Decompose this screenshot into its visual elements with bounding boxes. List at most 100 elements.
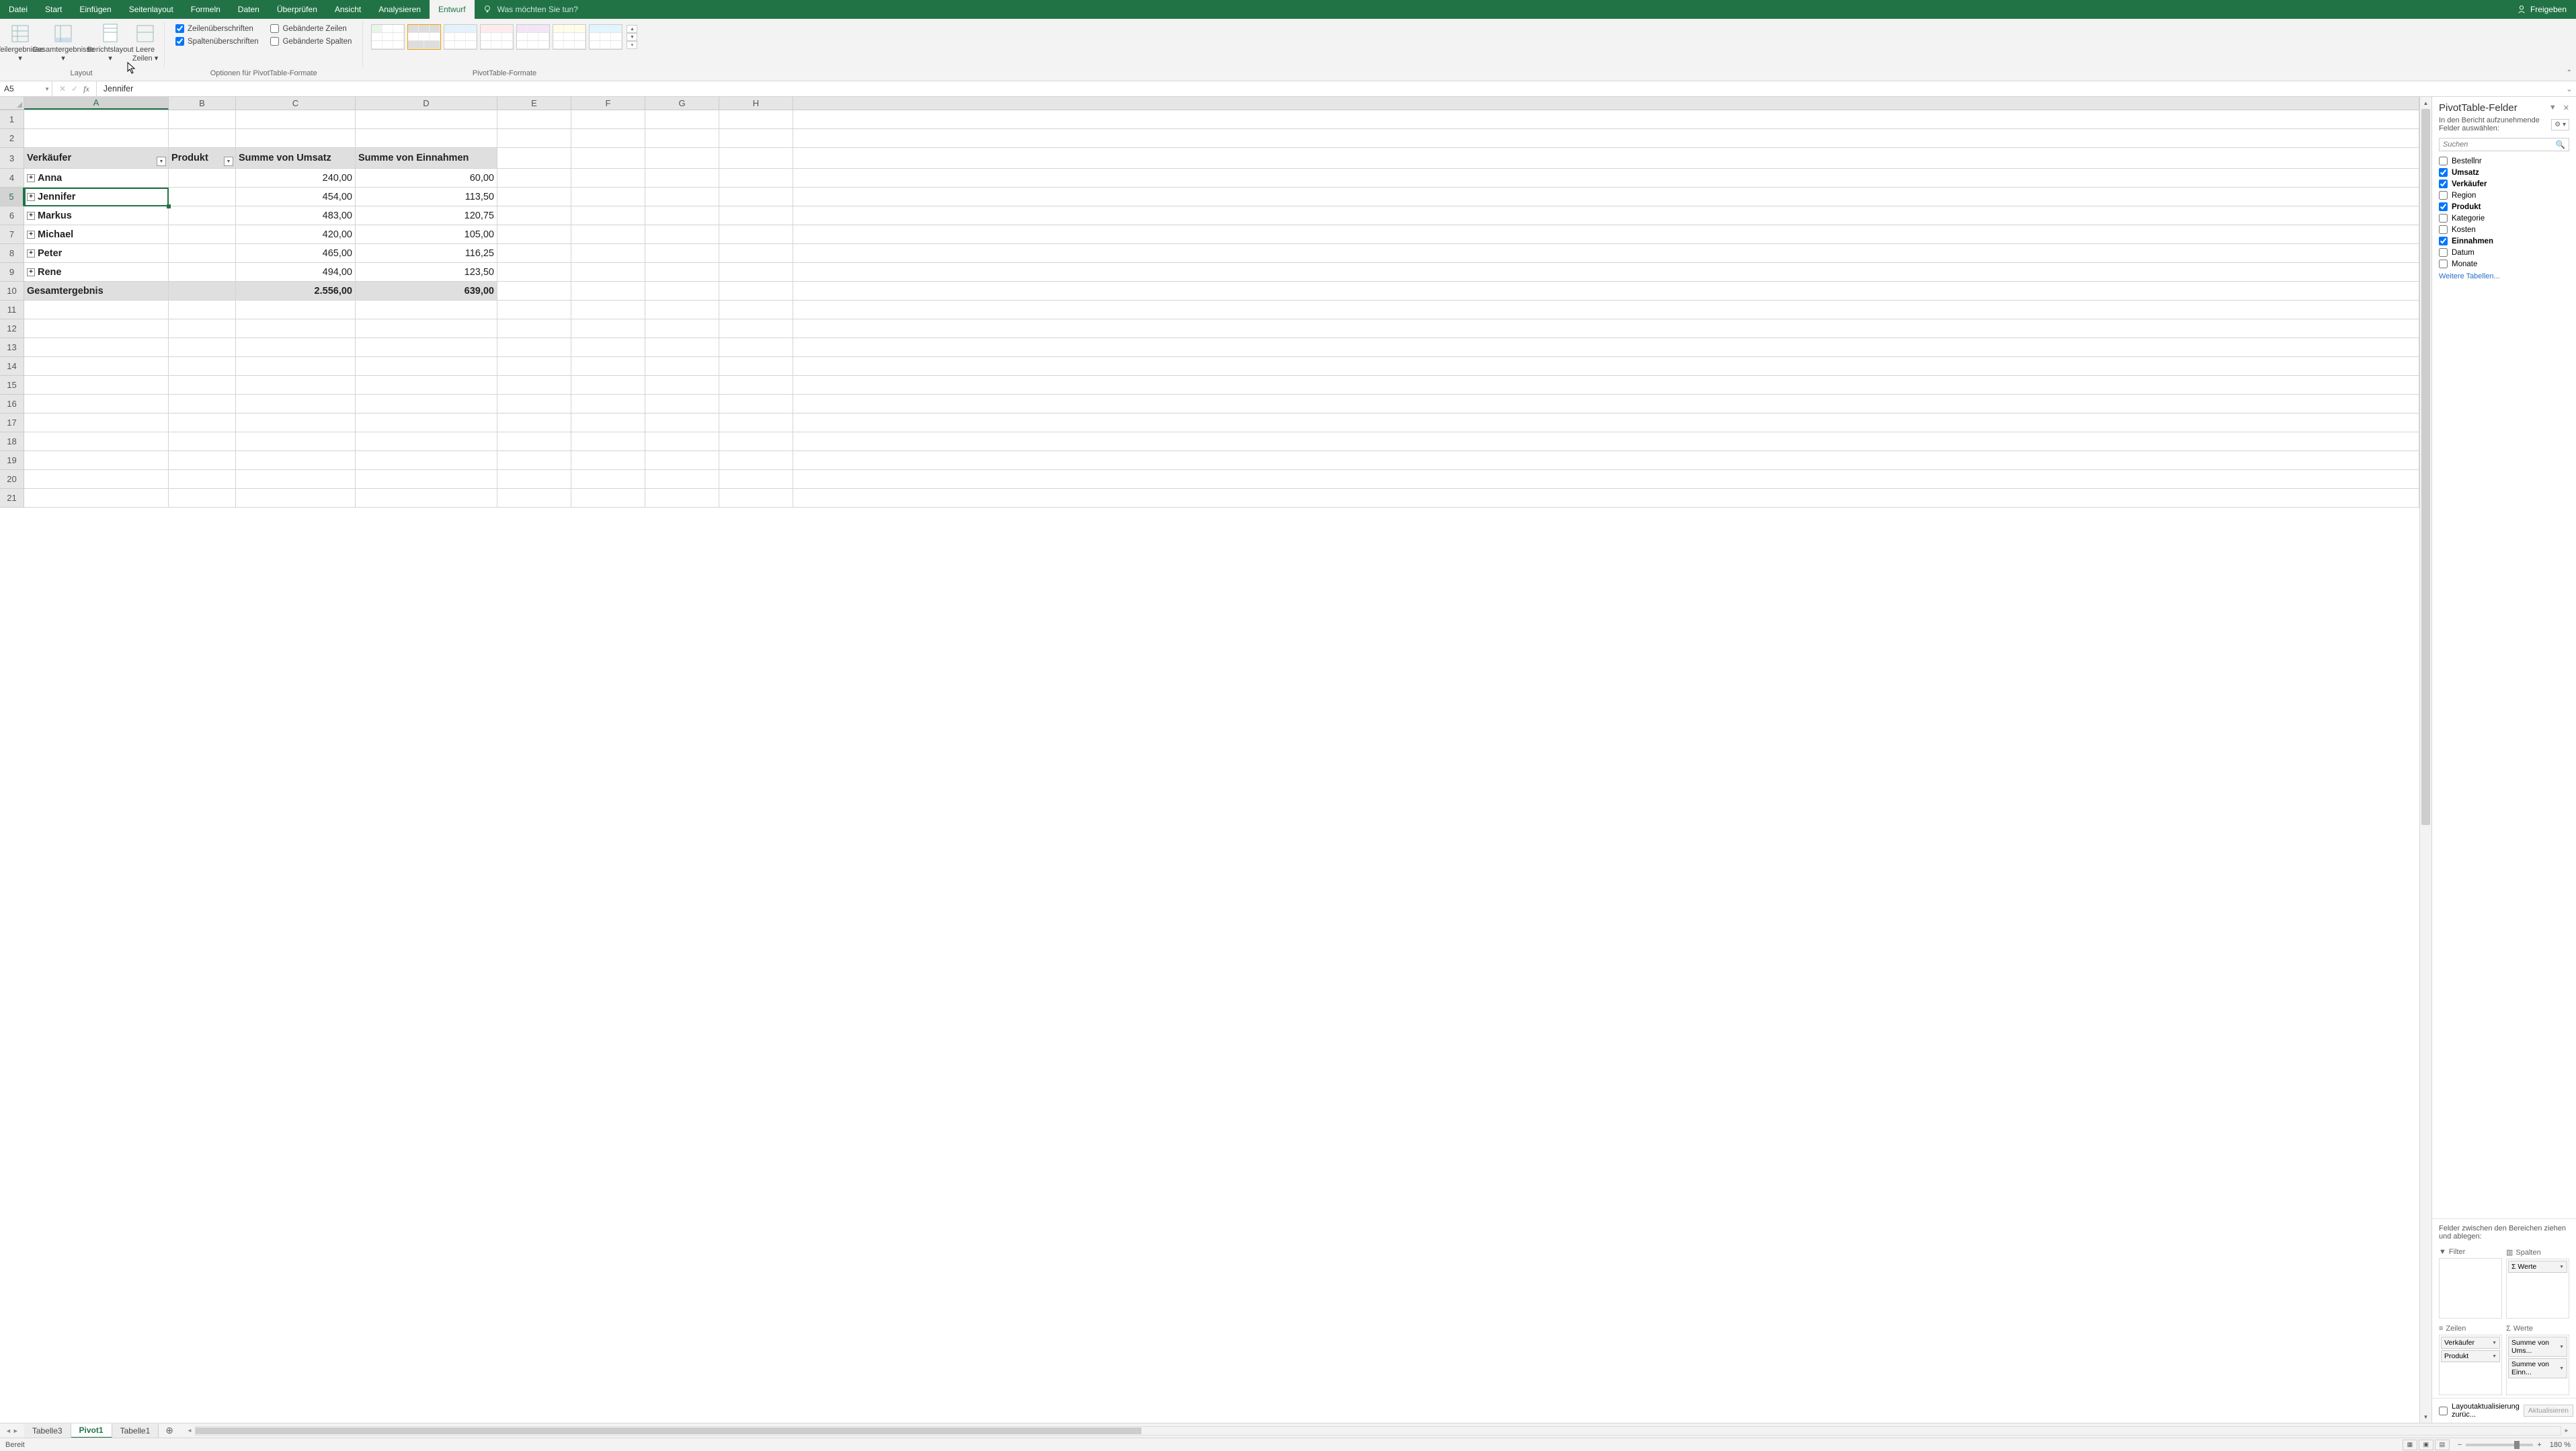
field-checkbox[interactable] bbox=[2439, 248, 2448, 257]
more-tables-link[interactable]: Weitere Tabellen... bbox=[2432, 270, 2576, 283]
gear-icon[interactable]: ⚙ ▾ bbox=[2551, 119, 2569, 130]
pivot-value[interactable]: 465,00 bbox=[236, 244, 356, 263]
tab-einfuegen[interactable]: Einfügen bbox=[71, 0, 120, 19]
cancel-icon[interactable]: ✕ bbox=[59, 84, 66, 93]
expand-icon[interactable]: + bbox=[27, 249, 35, 258]
row-header[interactable]: 11 bbox=[0, 301, 24, 319]
tab-entwurf[interactable]: Entwurf bbox=[430, 0, 475, 19]
rows-area[interactable]: ≡Zeilen Verkäufer▼ Produkt▼ bbox=[2439, 1323, 2502, 1395]
field-item[interactable]: Monate bbox=[2439, 258, 2569, 270]
pagelayout-view-button[interactable]: ▣ bbox=[2419, 1440, 2433, 1450]
pivot-value[interactable]: 116,25 bbox=[356, 244, 497, 263]
hscroll-thumb[interactable] bbox=[196, 1427, 1141, 1434]
field-checkbox[interactable] bbox=[2439, 168, 2448, 177]
column-header-b[interactable]: B bbox=[169, 97, 236, 110]
scroll-up-button[interactable]: ▲ bbox=[2420, 97, 2431, 109]
row-header[interactable]: 13 bbox=[0, 338, 24, 357]
field-item[interactable]: Kosten bbox=[2439, 224, 2569, 235]
field-item[interactable]: Datum bbox=[2439, 247, 2569, 258]
pivot-total-value[interactable]: 2.556,00 bbox=[236, 282, 356, 301]
row-header[interactable]: 2 bbox=[0, 129, 24, 148]
row-header[interactable]: 17 bbox=[0, 414, 24, 432]
reportlayout-button[interactable]: Berichtslayout▾ bbox=[90, 20, 130, 63]
gallery-up-button[interactable]: ▲ bbox=[627, 25, 637, 33]
field-item[interactable]: Kategorie bbox=[2439, 212, 2569, 224]
zoom-in-button[interactable]: + bbox=[2537, 1441, 2541, 1449]
field-checkbox[interactable] bbox=[2439, 260, 2448, 268]
fieldpane-dropdown-icon[interactable]: ▼ bbox=[2549, 104, 2557, 112]
tab-analysieren[interactable]: Analysieren bbox=[370, 0, 430, 19]
expand-icon[interactable]: + bbox=[27, 212, 35, 220]
pivot-value[interactable]: 60,00 bbox=[356, 169, 497, 188]
field-search[interactable]: 🔍 bbox=[2439, 138, 2569, 151]
field-checkbox[interactable] bbox=[2439, 202, 2448, 211]
style-thumb[interactable] bbox=[553, 24, 586, 50]
tab-datei[interactable]: Datei bbox=[0, 0, 36, 19]
pivot-header-produkt[interactable]: Produkt▼ bbox=[169, 148, 236, 169]
formula-bar-expand[interactable]: ⌄ bbox=[2563, 81, 2576, 96]
hscroll-left[interactable]: ◄ bbox=[187, 1427, 192, 1434]
row-header[interactable]: 9 bbox=[0, 263, 24, 282]
column-header-g[interactable]: G bbox=[645, 97, 719, 110]
pivot-value[interactable]: 494,00 bbox=[236, 263, 356, 282]
sheet-tab-active[interactable]: Pivot1 bbox=[71, 1423, 112, 1438]
expand-icon[interactable]: + bbox=[27, 193, 35, 201]
zoom-knob[interactable] bbox=[2514, 1441, 2520, 1449]
field-checkbox[interactable] bbox=[2439, 225, 2448, 234]
tab-ansicht[interactable]: Ansicht bbox=[326, 0, 370, 19]
tab-seitenlayout[interactable]: Seitenlayout bbox=[120, 0, 182, 19]
pivot-value[interactable]: 120,75 bbox=[356, 206, 497, 225]
pivot-value[interactable]: 113,50 bbox=[356, 188, 497, 206]
row-header[interactable]: 1 bbox=[0, 110, 24, 129]
pivot-value[interactable]: 105,00 bbox=[356, 225, 497, 244]
style-thumb[interactable] bbox=[444, 24, 477, 50]
row-header[interactable]: 8 bbox=[0, 244, 24, 263]
row-header[interactable]: 4 bbox=[0, 169, 24, 188]
pivot-value[interactable]: 123,50 bbox=[356, 263, 497, 282]
vertical-scrollbar[interactable]: ▲ ▼ bbox=[2419, 97, 2431, 1423]
field-item[interactable]: Bestellnr bbox=[2439, 155, 2569, 167]
zoom-slider[interactable] bbox=[2466, 1444, 2533, 1446]
colheaders-checkbox[interactable]: Spaltenüberschriften bbox=[175, 37, 258, 46]
style-thumb[interactable] bbox=[589, 24, 622, 50]
fx-icon[interactable]: fx bbox=[83, 84, 89, 94]
field-checkbox[interactable] bbox=[2439, 237, 2448, 245]
tab-formeln[interactable]: Formeln bbox=[182, 0, 229, 19]
select-all-corner[interactable] bbox=[0, 97, 24, 110]
area-chip[interactable]: Verkäufer▼ bbox=[2441, 1337, 2500, 1349]
bandedcols-checkbox[interactable]: Gebänderte Spalten bbox=[270, 37, 352, 46]
pivot-row-label[interactable]: +Michael bbox=[24, 225, 169, 244]
area-chip[interactable]: Summe von Einn...▼ bbox=[2508, 1358, 2567, 1378]
pivot-row-label[interactable]: +Peter bbox=[24, 244, 169, 263]
row-header[interactable]: 18 bbox=[0, 432, 24, 451]
pivot-value[interactable]: 240,00 bbox=[236, 169, 356, 188]
field-item[interactable]: Einnahmen bbox=[2439, 235, 2569, 247]
normal-view-button[interactable]: ▦ bbox=[2403, 1440, 2417, 1450]
zoom-out-button[interactable]: − bbox=[2458, 1441, 2462, 1449]
tab-start[interactable]: Start bbox=[36, 0, 71, 19]
row-header[interactable]: 15 bbox=[0, 376, 24, 395]
filter-dropdown-icon[interactable]: ▼ bbox=[157, 157, 166, 166]
style-thumb[interactable] bbox=[371, 24, 405, 50]
column-header-f[interactable]: F bbox=[571, 97, 645, 110]
sheet-tab[interactable]: Tabelle1 bbox=[112, 1424, 159, 1438]
column-header-e[interactable]: E bbox=[497, 97, 571, 110]
share-button[interactable]: Freigeben bbox=[2507, 0, 2576, 19]
pivottable-styles-gallery[interactable]: ▲ ▼ ▾ bbox=[368, 20, 640, 50]
worksheet-grid[interactable]: A B C D E F G H 1 2 3 Verkäufer▼ Produkt… bbox=[0, 97, 2419, 1423]
field-item[interactable]: Region bbox=[2439, 190, 2569, 201]
row-header[interactable]: 5 bbox=[0, 188, 24, 206]
filter-area[interactable]: ▼Filter bbox=[2439, 1246, 2502, 1319]
tell-me-search[interactable]: Was möchten Sie tun? bbox=[475, 0, 586, 19]
subtotals-button[interactable]: Teilergebnisse▾ bbox=[4, 20, 36, 63]
expand-icon[interactable]: + bbox=[27, 174, 35, 182]
pivot-value[interactable]: 454,00 bbox=[236, 188, 356, 206]
horizontal-scrollbar[interactable] bbox=[195, 1426, 2561, 1436]
row-header[interactable]: 21 bbox=[0, 489, 24, 508]
defer-layout-checkbox[interactable] bbox=[2439, 1407, 2448, 1415]
blankrows-button[interactable]: Leere Zeilen ▾ bbox=[132, 20, 159, 63]
update-button[interactable]: Aktualisieren bbox=[2524, 1405, 2573, 1417]
pivot-value[interactable]: 483,00 bbox=[236, 206, 356, 225]
fill-handle[interactable] bbox=[167, 204, 171, 208]
area-chip[interactable]: Produkt▼ bbox=[2441, 1350, 2500, 1362]
